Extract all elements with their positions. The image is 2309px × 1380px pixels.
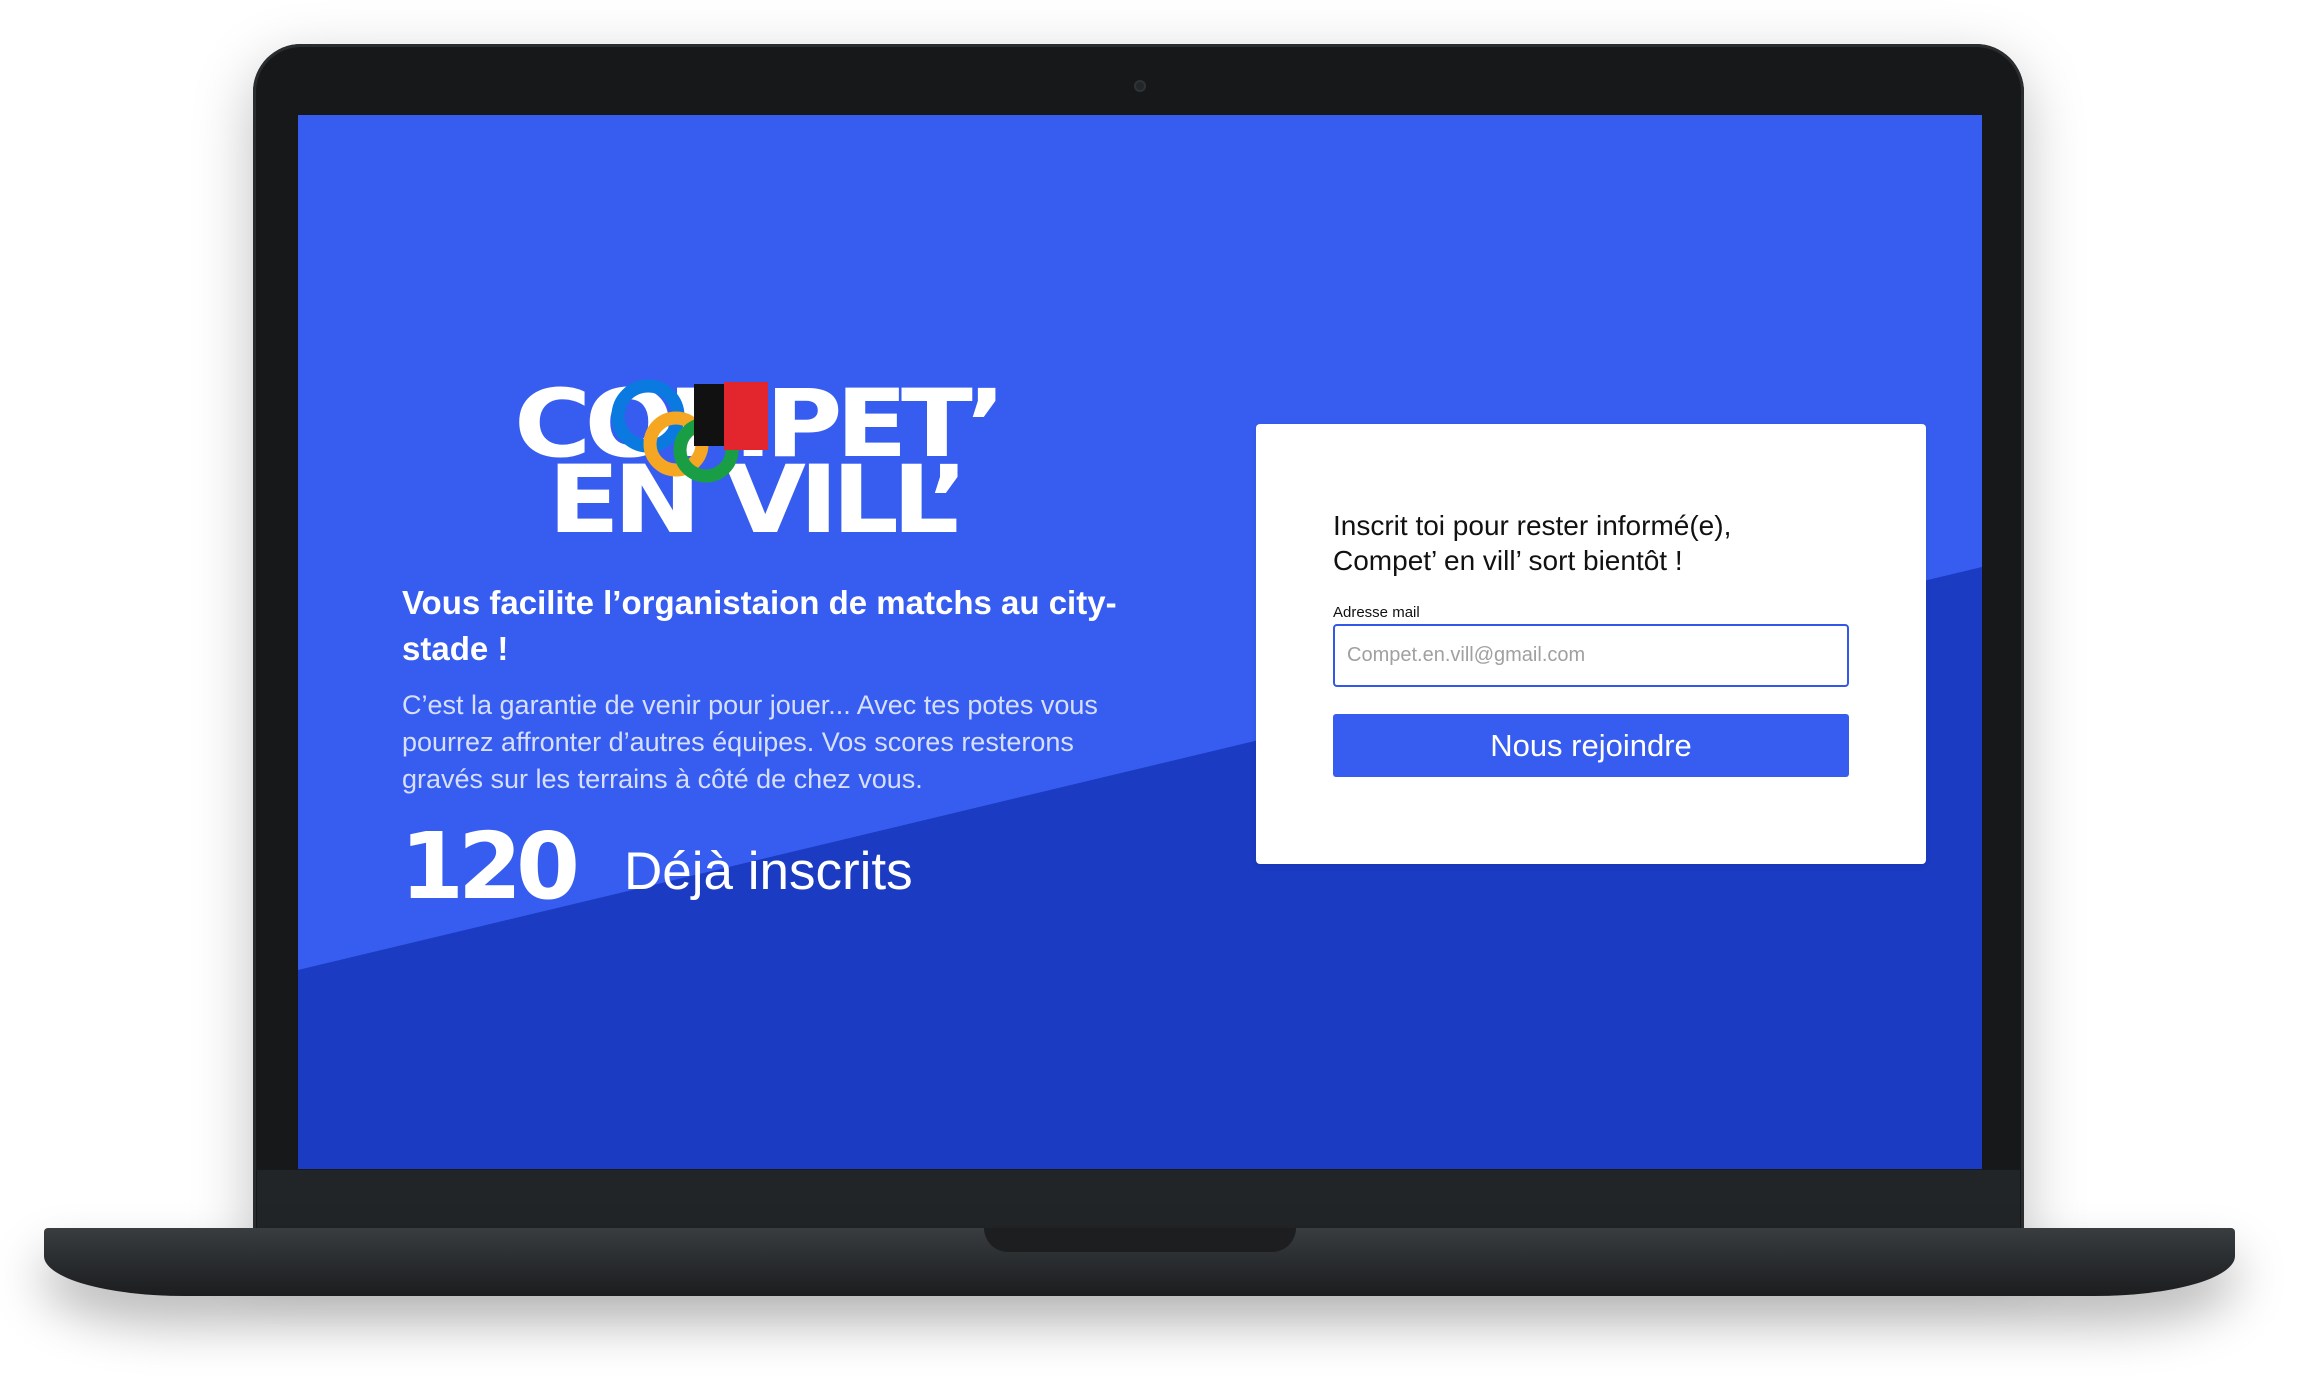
- screen: COMPET’ EN VILL’ Vous facilite l’organis…: [298, 115, 1982, 1169]
- join-button[interactable]: Nous rejoindre: [1333, 714, 1849, 777]
- laptop-bezel-bottom: [257, 1170, 2020, 1228]
- hero-headline: Vous facilite l’organistaion de matchs a…: [402, 584, 1117, 667]
- camera-icon: [1134, 80, 1146, 92]
- signup-title-line-1: Inscrit toi pour rester informé(e),: [1333, 510, 1732, 541]
- signup-title: Inscrit toi pour rester informé(e), Comp…: [1333, 508, 1853, 578]
- laptop-mockup: COMPET’ EN VILL’ Vous facilite l’organis…: [0, 0, 2309, 1380]
- email-label: Adresse mail: [1333, 604, 1420, 621]
- email-input[interactable]: [1333, 624, 1849, 687]
- signup-count: 120: [400, 813, 580, 920]
- laptop-notch: [984, 1228, 1296, 1252]
- signup-count-label: Déjà inscrits: [624, 842, 913, 901]
- signup-card: Inscrit toi pour rester informé(e), Comp…: [1256, 424, 1926, 864]
- olympic-rings-icon: [611, 379, 768, 483]
- hero-description: C’est la garantie de venir pour jouer...…: [402, 690, 1098, 794]
- brand-logo: COMPET’ EN VILL’: [514, 378, 1030, 548]
- signup-title-line-2: Compet’ en vill’ sort bientôt !: [1333, 545, 1683, 576]
